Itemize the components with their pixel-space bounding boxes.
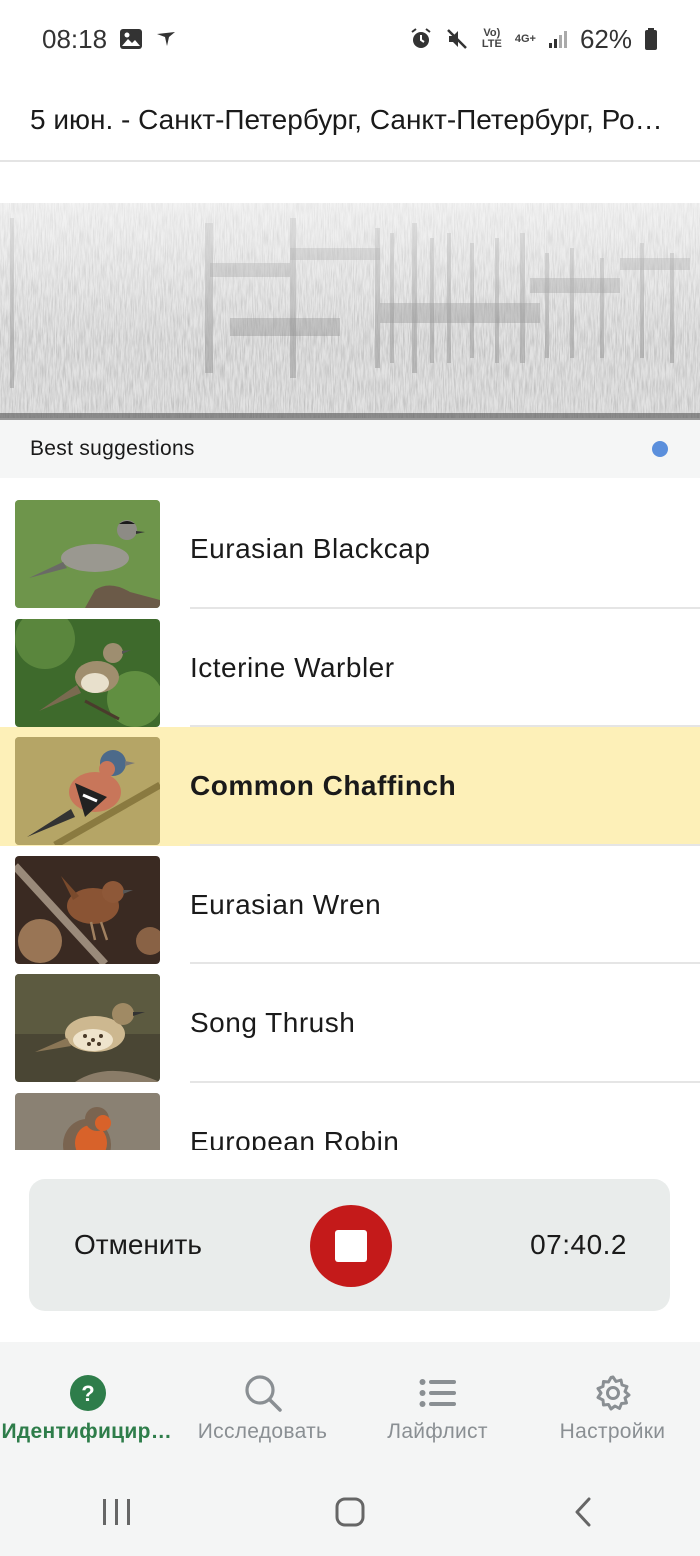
bird-photo xyxy=(15,500,160,608)
suggestion-name: Common Chaffinch xyxy=(190,770,457,801)
spectrogram xyxy=(0,163,700,420)
suggestion-row[interactable]: Eurasian Wren xyxy=(0,846,700,964)
status-bar: 08:18 Vo) LTE 4G+ 62% xyxy=(0,0,700,78)
help-circle-icon: ? xyxy=(69,1372,107,1414)
recording-location-title[interactable]: 5 июн. - Санкт-Петербург, Санкт-Петербур… xyxy=(0,80,700,162)
system-navigation-bar xyxy=(0,1468,700,1556)
nav-identify[interactable]: ? Идентифицировать xyxy=(0,1342,175,1468)
suggestion-name: European Robin xyxy=(190,1125,400,1151)
suggestion-row-selected[interactable]: Common Chaffinch xyxy=(0,727,700,846)
bird-photo xyxy=(15,855,160,964)
signal-icon xyxy=(548,29,568,49)
bird-notification-icon xyxy=(155,30,179,48)
back-icon[interactable] xyxy=(543,1482,623,1542)
stop-icon xyxy=(335,1230,367,1262)
battery-icon xyxy=(644,27,658,51)
list-icon xyxy=(419,1372,457,1414)
stop-recording-button[interactable] xyxy=(310,1205,392,1287)
suggestion-name: Icterine Warbler xyxy=(190,651,395,683)
gear-icon xyxy=(594,1372,632,1414)
nav-label: Идентифицировать xyxy=(1,1420,174,1443)
spectrogram-graphic xyxy=(0,163,700,420)
suggestions-header: Best suggestions xyxy=(0,420,700,478)
bird-photo xyxy=(15,1092,160,1150)
suggestion-row[interactable]: European Robin xyxy=(0,1083,700,1151)
listening-indicator-dot xyxy=(652,441,668,457)
bird-photo xyxy=(15,737,160,845)
page-title: 5 июн. - Санкт-Петербург, Санкт-Петербур… xyxy=(30,104,670,135)
nav-explore[interactable]: Исследовать xyxy=(175,1342,350,1468)
home-icon[interactable] xyxy=(310,1482,390,1542)
nav-label: Лайфлист xyxy=(387,1420,488,1443)
suggestion-row[interactable]: Song Thrush xyxy=(0,964,700,1083)
recents-icon[interactable] xyxy=(77,1482,157,1542)
recorder-panel: Отменить 07:40.2 xyxy=(29,1179,670,1311)
nav-label: Исследовать xyxy=(197,1420,328,1443)
battery-percent: 62% xyxy=(579,23,632,54)
bird-photo xyxy=(15,974,160,1082)
status-right: Vo) LTE 4G+ 62% xyxy=(409,24,658,55)
cancel-button[interactable]: Отменить xyxy=(74,1179,202,1311)
nav-label: Настройки xyxy=(559,1420,666,1443)
bird-photo xyxy=(15,618,160,727)
nav-lifelist[interactable]: Лайфлист xyxy=(350,1342,525,1468)
volte-icon: Vo) LTE xyxy=(481,27,502,50)
4g-icon: 4G+ xyxy=(514,32,536,45)
alarm-icon xyxy=(409,27,433,51)
suggestion-row[interactable]: Eurasian Blackcap xyxy=(0,490,700,609)
suggestion-name: Song Thrush xyxy=(190,1007,356,1038)
image-icon xyxy=(119,28,143,50)
search-icon xyxy=(243,1372,283,1414)
suggestion-list[interactable]: Eurasian Blackcap Icterine Warbler Commo… xyxy=(0,490,700,1150)
svg-text:?: ? xyxy=(81,1381,94,1406)
mute-icon xyxy=(445,27,469,51)
nav-settings[interactable]: Настройки xyxy=(525,1342,700,1468)
recording-timer: 07:40.2 xyxy=(530,1229,627,1260)
suggestion-name: Eurasian Blackcap xyxy=(190,533,431,564)
status-left: 08:18 xyxy=(42,24,179,55)
suggestions-header-label: Best suggestions xyxy=(30,437,195,460)
suggestion-name: Eurasian Wren xyxy=(190,888,382,920)
status-time: 08:18 xyxy=(42,23,108,54)
bottom-navigation: ? Идентифицировать Исследовать Лайфлист … xyxy=(0,1342,700,1468)
suggestion-row[interactable]: Icterine Warbler xyxy=(0,609,700,727)
